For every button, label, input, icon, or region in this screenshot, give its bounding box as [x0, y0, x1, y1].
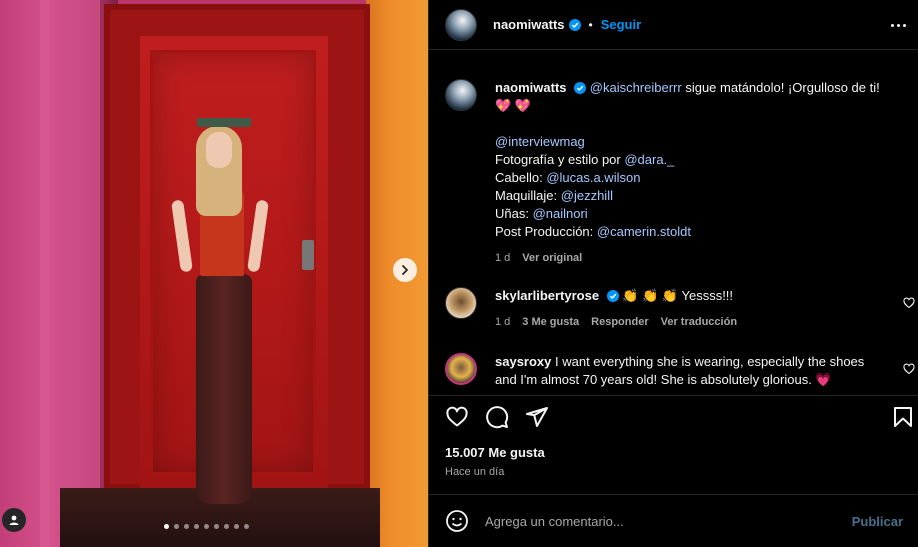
credit-label: Post Producción: — [495, 224, 597, 239]
caption-text: sigue matándolo! ¡Orgulloso de ti! — [681, 80, 880, 95]
post-media[interactable] — [0, 0, 428, 547]
comment-item: saysroxy I want everything she is wearin… — [445, 353, 885, 389]
comment-icon[interactable] — [485, 405, 509, 429]
user-tag-icon — [9, 515, 19, 525]
comment-time[interactable]: 1 d — [495, 313, 510, 331]
heart-emoji: 💖 💖 — [495, 98, 531, 113]
separator: • — [588, 17, 593, 32]
carousel-dot — [244, 524, 249, 529]
mention-link[interactable]: @dara._ — [624, 152, 674, 167]
credit-label: Uñas: — [495, 206, 533, 221]
carousel-dot — [204, 524, 209, 529]
credit-label: Fotografía y estilo por — [495, 152, 625, 167]
more-options-button[interactable] — [891, 17, 907, 33]
avatar[interactable] — [445, 79, 477, 111]
verified-badge-icon — [574, 82, 587, 94]
verified-badge-icon — [568, 18, 581, 31]
post-header: naomiwatts • Seguir — [429, 0, 918, 50]
comment-like-heart-icon[interactable] — [903, 297, 915, 309]
caption: naomiwatts @kaischreiberrr sigue matándo… — [445, 79, 907, 267]
comment-input[interactable] — [485, 513, 844, 529]
comment-likes[interactable]: 3 Me gusta — [522, 313, 579, 331]
photo-subject — [0, 0, 428, 547]
caption-time[interactable]: 1 d — [495, 249, 510, 267]
follow-button[interactable]: Seguir — [601, 17, 641, 32]
post-dialog: naomiwatts • Seguir naomiwatts @kaischre… — [0, 0, 918, 547]
more-horizontal-icon — [891, 23, 894, 27]
comment-text: 👏 👏 👏 Yessss!!! — [622, 288, 734, 303]
header-username[interactable]: naomiwatts — [493, 17, 565, 32]
bookmark-icon[interactable] — [891, 405, 915, 429]
mention-link[interactable]: @jezzhill — [561, 188, 613, 203]
likes-count[interactable]: 15.007 Me gusta — [445, 445, 545, 460]
carousel-dot — [234, 524, 239, 529]
avatar[interactable] — [445, 287, 477, 319]
verified-badge-icon — [606, 290, 619, 302]
mention-link[interactable]: @camerin.stoldt — [597, 224, 691, 239]
credit-label: Maquillaje: — [495, 188, 561, 203]
see-original-button[interactable]: Ver original — [522, 249, 582, 267]
avatar[interactable] — [445, 8, 477, 41]
carousel-dot — [224, 524, 229, 529]
post-panel: naomiwatts • Seguir naomiwatts @kaischre… — [428, 0, 918, 547]
smile-icon[interactable] — [445, 509, 469, 533]
caption-username[interactable]: naomiwatts — [495, 80, 567, 95]
credit-label: Cabello: — [495, 170, 547, 185]
send-icon[interactable] — [525, 405, 549, 429]
action-bar — [429, 395, 918, 435]
carousel-indicator — [164, 524, 249, 529]
heart-icon[interactable] — [445, 405, 469, 429]
comment-username[interactable]: skylarlibertyrose — [495, 288, 599, 303]
comment-text: I want everything she is wearing, especi… — [495, 354, 865, 387]
carousel-dot — [184, 524, 189, 529]
mention-link[interactable]: @kaischreiberrr — [590, 80, 682, 95]
comments-list[interactable]: naomiwatts @kaischreiberrr sigue matándo… — [429, 51, 918, 393]
mention-link[interactable]: @nailnori — [533, 206, 588, 221]
comment-like-heart-icon[interactable] — [903, 363, 915, 375]
avatar[interactable] — [445, 353, 477, 385]
chevron-right-icon — [402, 265, 408, 275]
publish-button[interactable]: Publicar — [852, 514, 903, 529]
user-tag-button[interactable] — [2, 508, 26, 532]
carousel-dot — [174, 524, 179, 529]
comment-composer: Publicar — [429, 494, 918, 547]
carousel-dot — [164, 524, 169, 529]
mention-link[interactable]: @lucas.a.wilson — [546, 170, 640, 185]
comment-item: skylarlibertyrose 👏 👏 👏 Yessss!!! 1 d 3 … — [445, 287, 885, 331]
carousel-dot — [194, 524, 199, 529]
reply-button[interactable]: Responder — [591, 313, 648, 331]
comment-username[interactable]: saysroxy — [495, 354, 551, 369]
next-slide-button[interactable] — [393, 258, 417, 282]
post-timestamp[interactable]: Hace un día — [445, 466, 504, 478]
carousel-dot — [214, 524, 219, 529]
mention-link[interactable]: @interviewmag — [495, 134, 585, 149]
translate-button[interactable]: Ver traducción — [661, 313, 737, 331]
